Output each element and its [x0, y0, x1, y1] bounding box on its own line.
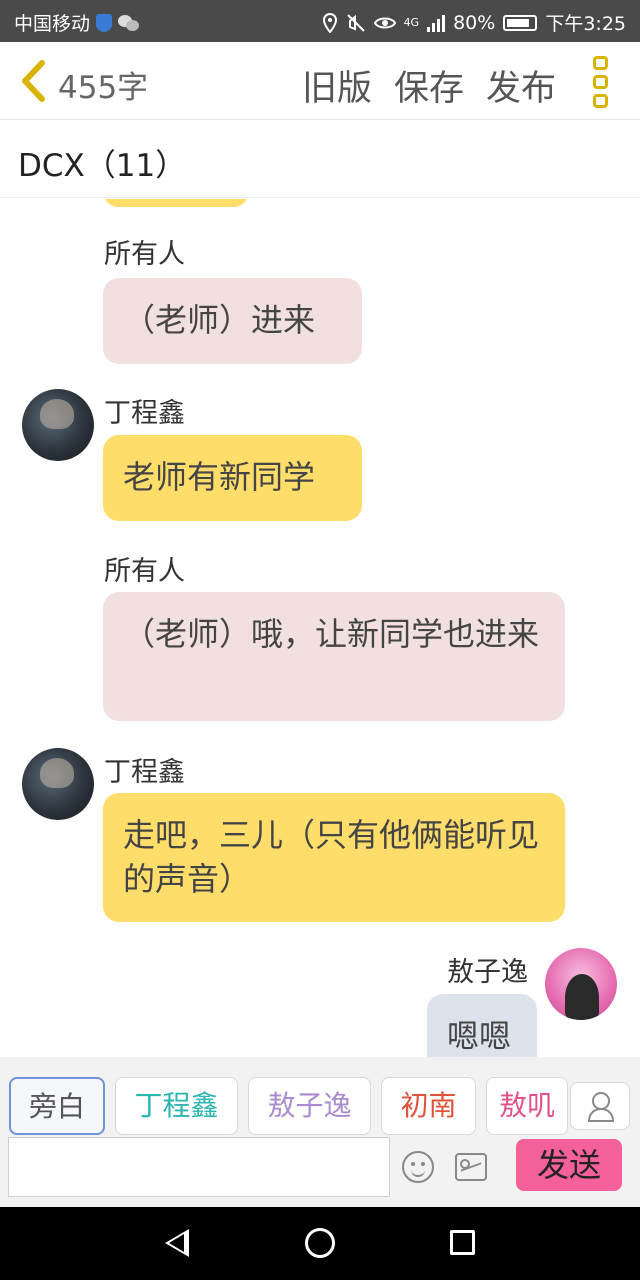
send-button[interactable]: 发送 [516, 1139, 622, 1191]
role-dingchengxin[interactable]: 丁程鑫 [115, 1077, 238, 1135]
role-aoji[interactable]: 敖叽 [486, 1077, 568, 1135]
nav-home-icon[interactable] [305, 1228, 335, 1258]
shield-icon [96, 13, 113, 32]
message-input[interactable] [8, 1137, 390, 1197]
chat-area[interactable]: 所有人 （老师）进来 丁程鑫 老师有新同学 所有人 （老师）哦，让新同学也进来 … [0, 199, 640, 1057]
avatar[interactable] [22, 748, 94, 820]
wechat-icon [118, 14, 140, 31]
role-chunan[interactable]: 初南 [381, 1077, 476, 1135]
role-label: 敖子逸 [267, 1089, 352, 1122]
manage-roles-button[interactable] [570, 1082, 630, 1130]
avatar[interactable] [545, 948, 617, 1020]
role-label: 丁程鑫 [134, 1089, 219, 1122]
location-icon [322, 12, 337, 33]
mute-icon [346, 13, 365, 32]
person-icon [587, 1092, 615, 1122]
nav-back-icon[interactable] [165, 1229, 189, 1257]
clock: 下午3:25 [545, 13, 626, 35]
message-bubble[interactable]: 走吧，三儿（只有他俩能听见的声音） [103, 793, 565, 922]
more-menu-icon[interactable] [593, 56, 613, 108]
role-label: 初南 [400, 1089, 457, 1122]
message-bubble[interactable]: 嗯嗯 [427, 994, 537, 1057]
back-arrow-icon[interactable] [18, 60, 48, 102]
top-bar: 455字 旧版 保存 发布 [0, 42, 640, 120]
status-bar: 中国移动 4G 80% 下午3:25 [0, 0, 640, 42]
role-label: 旁白 [28, 1090, 85, 1123]
role-narrator[interactable]: 旁白 [9, 1077, 105, 1135]
publish-button[interactable]: 发布 [486, 60, 556, 111]
save-button[interactable]: 保存 [394, 60, 464, 111]
image-icon[interactable] [455, 1153, 487, 1181]
carrier-name: 中国移动 [14, 13, 91, 35]
speaker-name: 所有人 [104, 556, 185, 587]
message-bubble[interactable]: （老师）哦，让新同学也进来 [103, 592, 565, 721]
speaker-name: 丁程鑫 [104, 757, 185, 788]
message-bubble[interactable]: 老师有新同学 [103, 435, 362, 521]
system-nav-bar [0, 1207, 640, 1280]
role-aoziyi[interactable]: 敖子逸 [248, 1077, 371, 1135]
signal-icon [427, 14, 446, 32]
avatar[interactable] [22, 389, 94, 461]
battery-percent: 80% [453, 11, 496, 34]
role-selector: 旁白 丁程鑫 敖子逸 初南 敖叽 [0, 1057, 640, 1135]
speaker-name: 所有人 [104, 239, 185, 270]
role-label: 敖叽 [498, 1089, 555, 1122]
speaker-name: 丁程鑫 [104, 398, 185, 429]
conversation-title: DCX（11） [18, 148, 187, 184]
message-bubble[interactable]: （老师）进来 [103, 278, 362, 364]
word-count: 455字 [58, 70, 149, 106]
emoji-icon[interactable] [402, 1151, 434, 1183]
old-version-button[interactable]: 旧版 [302, 60, 372, 111]
network-type: 4G [403, 16, 420, 29]
message-bubble-partial [104, 199, 248, 207]
eye-icon [373, 17, 396, 28]
conversation-title-bar: DCX（11） [0, 120, 640, 198]
input-bar: 发送 [0, 1135, 640, 1207]
nav-recents-icon[interactable] [450, 1230, 475, 1255]
speaker-name: 敖子逸 [447, 957, 528, 988]
battery-icon [503, 14, 538, 31]
